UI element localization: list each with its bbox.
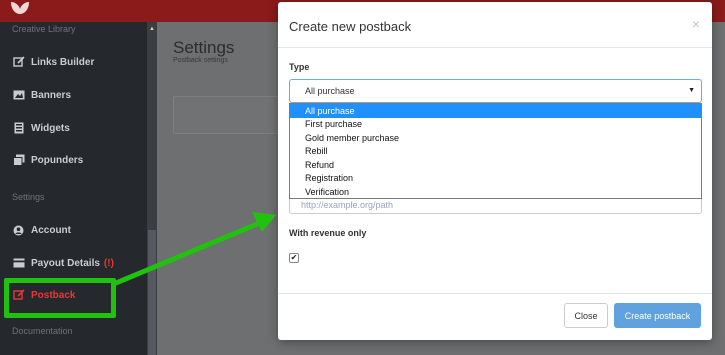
revenue-only-checkbox[interactable]: ✔ xyxy=(289,253,299,263)
close-icon[interactable]: × xyxy=(692,16,700,32)
widget-icon xyxy=(12,122,25,134)
scrollbar-thumb[interactable] xyxy=(148,230,156,355)
sidebar-item-popunders[interactable]: Popunders xyxy=(12,148,83,172)
sidebar-item-label: Widgets xyxy=(31,122,70,134)
warning-badge: (!) xyxy=(103,257,114,269)
content-panel xyxy=(173,96,283,134)
dropdown-option-rebill[interactable]: Rebill xyxy=(290,145,701,159)
type-select[interactable]: All purchase ▼ xyxy=(289,79,702,103)
modal-footer-divider xyxy=(278,293,712,294)
sidebar-scrollbar[interactable]: ▲ xyxy=(147,22,157,355)
chevron-down-icon: ▼ xyxy=(688,87,695,94)
scroll-up-arrow-icon[interactable]: ▲ xyxy=(149,26,155,32)
edit-icon xyxy=(12,56,25,68)
sidebar-item-widgets[interactable]: Widgets xyxy=(12,116,70,140)
page-title: Settings xyxy=(173,38,235,57)
revenue-label: With revenue only xyxy=(289,228,367,238)
sidebar-item-label: Account xyxy=(31,224,71,236)
dropdown-option-first-purchase[interactable]: First purchase xyxy=(290,118,701,132)
user-circle-icon xyxy=(12,224,25,236)
sidebar-section-settings: Settings xyxy=(12,192,45,202)
sidebar-item-label: Links Builder xyxy=(31,56,95,68)
sidebar-item-account[interactable]: Account xyxy=(12,218,71,242)
image-icon xyxy=(12,89,25,101)
type-label: Type xyxy=(289,62,310,72)
create-postback-button[interactable]: Create postback xyxy=(614,303,701,328)
sidebar-item-label: Banners xyxy=(31,89,72,101)
dropdown-option-verification[interactable]: Verification xyxy=(290,185,701,199)
type-select-value: All purchase xyxy=(305,86,355,96)
type-dropdown-list: All purchase First purchase Gold member … xyxy=(289,103,702,199)
dropdown-option-all-purchase[interactable]: All purchase xyxy=(290,104,701,118)
dropdown-option-refund[interactable]: Refund xyxy=(290,158,701,172)
sidebar-item-label: Popunders xyxy=(31,154,84,166)
page-subtitle: Postback settings xyxy=(173,57,228,64)
close-button[interactable]: Close xyxy=(564,303,608,328)
popunder-icon xyxy=(12,154,25,166)
brand-logo-icon[interactable] xyxy=(8,0,32,16)
modal-header-divider xyxy=(278,47,712,48)
sidebar-item-payout-details[interactable]: Payout Details (!) xyxy=(12,251,114,275)
sidebar-item-links-builder[interactable]: Links Builder xyxy=(12,50,94,74)
sidebar-item-label: Payout Details xyxy=(31,257,100,269)
sidebar-section-documentation: Documentation xyxy=(12,326,73,336)
sidebar-item-banners[interactable]: Banners xyxy=(12,83,71,107)
sidebar-section-creative-library: Creative Library xyxy=(12,24,76,34)
credit-card-icon xyxy=(12,257,25,269)
postback-highlight-box xyxy=(4,278,116,318)
dropdown-option-registration[interactable]: Registration xyxy=(290,172,701,186)
url-placeholder: http://example.org/path xyxy=(301,200,394,210)
modal-title: Create new postback xyxy=(289,19,412,34)
dropdown-option-gold-member-purchase[interactable]: Gold member purchase xyxy=(290,131,701,145)
